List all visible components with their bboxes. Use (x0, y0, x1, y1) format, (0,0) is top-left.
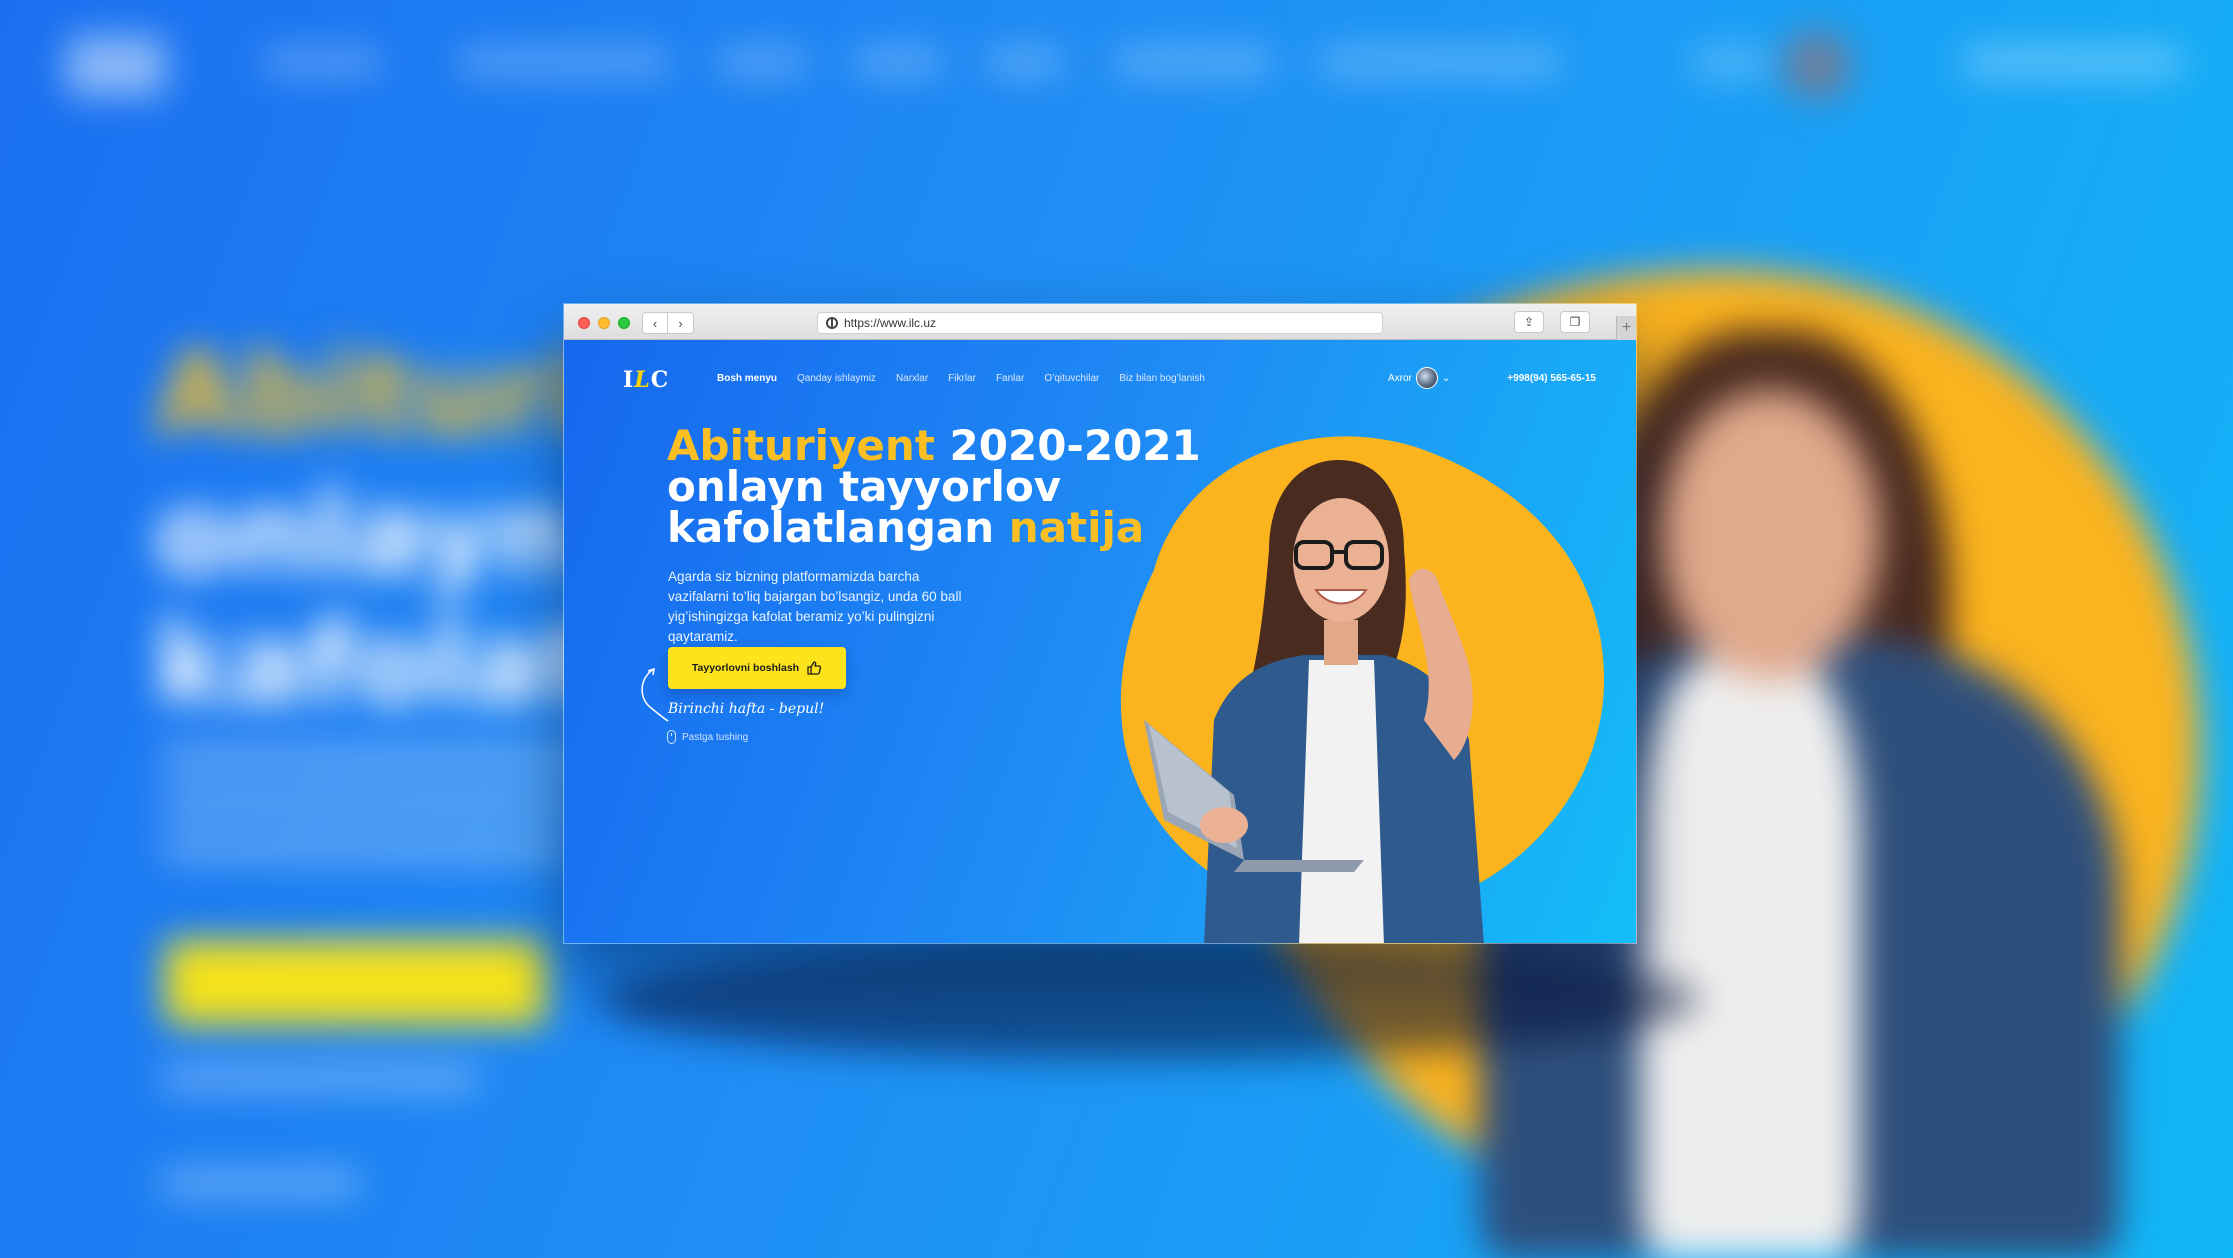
bg-nav-pill (1112, 48, 1274, 76)
hero-title-line-3: kafolatlangan (667, 503, 995, 552)
history-nav: ‹ › (642, 312, 694, 334)
menu-item-prices[interactable]: Narxlar (896, 373, 928, 384)
bg-avatar (1782, 30, 1852, 100)
bg-text-line (160, 790, 580, 816)
bg-person-shirt (1640, 660, 1860, 1258)
logo-letter: I (623, 367, 635, 393)
bg-nav-pill (985, 48, 1065, 76)
browser-toolbar: ‹ › https://www.ilc.uz ⇪ ❐ + (564, 304, 1636, 340)
zoom-window-button[interactable] (618, 317, 630, 329)
bg-nav-pill (1318, 48, 1563, 76)
site-logo[interactable]: ILC (623, 367, 669, 393)
bg-cta (165, 940, 545, 1025)
logo-letter: L (634, 367, 651, 393)
share-button[interactable]: ⇪ (1514, 311, 1544, 333)
logo-letter: C (650, 367, 670, 393)
hero-description: Agarda siz bizning platformamizda barcha… (668, 569, 962, 644)
bg-nav-pill (1690, 48, 1770, 76)
mouse-icon (667, 730, 676, 744)
main-menu: Bosh menyu Qanday ishlaymiz Narxlar Fikr… (717, 373, 1225, 384)
menu-item-contact[interactable]: Biz bilan bog’lanish (1119, 373, 1205, 384)
bg-logo (66, 36, 166, 96)
menu-item-subjects[interactable]: Fanlar (996, 373, 1024, 384)
menu-item-home[interactable]: Bosh menyu (717, 373, 777, 384)
cta-label: Tayyorlovni boshlash (691, 662, 800, 674)
scroll-hint[interactable]: Pastga tushing (667, 730, 748, 744)
menu-item-how-we-work[interactable]: Qanday ishlaymiz (797, 373, 876, 384)
bg-text-line (160, 1170, 360, 1196)
curved-arrow-icon (641, 667, 669, 722)
forward-button[interactable]: › (668, 312, 694, 334)
web-page: ILC Bosh menyu Qanday ishlaymiz Narxlar … (564, 340, 1636, 943)
bg-shadow (600, 940, 1700, 1060)
bg-phone (1962, 48, 2184, 76)
minimize-window-button[interactable] (598, 317, 610, 329)
close-window-button[interactable] (578, 317, 590, 329)
bg-nav-pill (716, 48, 808, 76)
scroll-hint-label: Pastga tushing (682, 731, 749, 743)
bg-nav-pill (262, 48, 382, 76)
globe-icon (826, 317, 838, 329)
menu-item-teachers[interactable]: O’qituvchilar (1044, 373, 1099, 384)
menu-item-reviews[interactable]: Fikrlar (948, 373, 976, 384)
bg-person-face (1660, 390, 1880, 680)
phone-number[interactable]: +998(94) 565-65-15 (1226, 373, 1596, 384)
browser-window: ‹ › https://www.ilc.uz ⇪ ❐ + ILC Bosh me… (563, 303, 1637, 944)
back-button[interactable]: ‹ (642, 312, 668, 334)
url-text: https://www.ilc.uz (844, 316, 937, 330)
address-bar[interactable]: https://www.ilc.uz (817, 312, 1383, 334)
free-week-note: Birinchi hafta - bepul! (668, 701, 825, 717)
hero-image (1120, 436, 1604, 943)
start-preparation-button[interactable]: Tayyorlovni boshlash (668, 647, 846, 689)
thumbs-up-icon (807, 661, 822, 675)
bg-text-line (160, 1065, 480, 1091)
new-tab-button[interactable]: + (1616, 316, 1636, 340)
tabs-overview-button[interactable]: ❐ (1560, 311, 1590, 333)
bg-text-line (160, 745, 600, 771)
bg-text-line (160, 835, 570, 861)
bg-nav-pill (852, 48, 944, 76)
bg-nav-pill (456, 48, 671, 76)
